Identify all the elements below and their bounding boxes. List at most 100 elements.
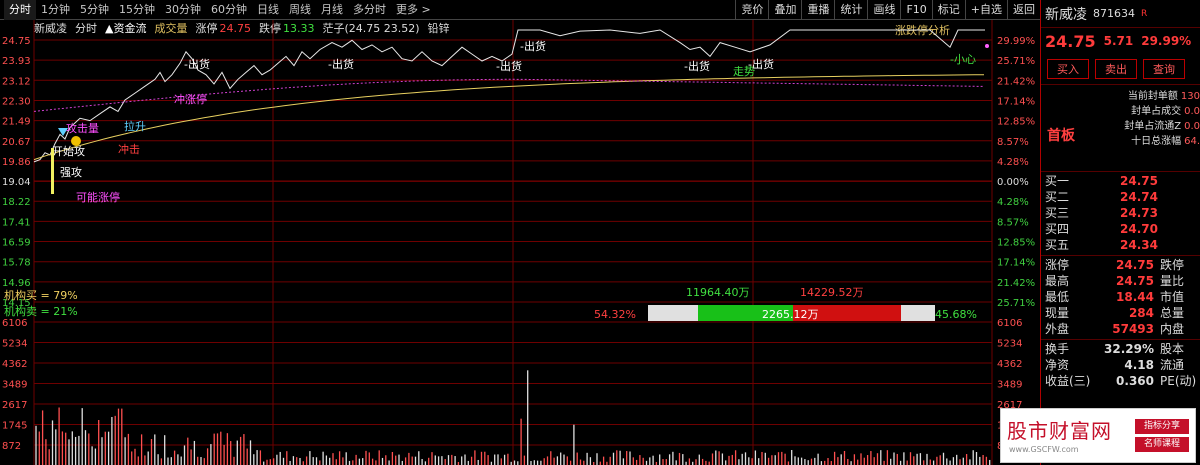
toolbar-button[interactable]: 返回 (1007, 0, 1040, 20)
bid-row[interactable]: 买四 24.70 (1041, 221, 1200, 237)
buy-button[interactable]: 买入 (1047, 59, 1089, 79)
board-stat: 十日总涨幅 64. (1131, 136, 1200, 147)
buy-pct: 54.32% (594, 308, 636, 321)
volume-tick-right: 5234 (997, 339, 1022, 350)
stat-label: 现量 (1045, 305, 1070, 320)
price-tick-right: 21.42% (997, 76, 1035, 87)
stat-value: 18.44 (1116, 289, 1154, 304)
ad-tag-courses[interactable]: 名师课程 (1135, 437, 1189, 452)
quote-panel: 新威凌 871634 R 24.75 5.71 29.99% 买入 卖出 查询 首… (1040, 0, 1200, 465)
toolbar-button[interactable]: 重播 (801, 0, 834, 20)
price-tick-left: 24.75 (2, 36, 31, 47)
price-tick-left: 18.22 (2, 197, 31, 208)
query-button[interactable]: 查询 (1143, 59, 1185, 79)
period-tab[interactable]: 日线 (252, 0, 284, 20)
board-stats: 首板 当前封单额 130 封单占成交 0.0 封单占流通Z 0.0 十日总涨幅 64. (1041, 85, 1200, 172)
toolbar-right-buttons: 竞价 叠加 重播 统计 画线 F10 标记 +自选 返回 (735, 0, 1040, 20)
price-tick-right: 25.71% (997, 298, 1035, 309)
bid-book: 买一 24.75 买二 24.74 买三 24.73 买四 24.70 买五 24.34 (1041, 172, 1200, 256)
stat-label-right: 流通 (1160, 358, 1185, 373)
stat-label-right: 总量 (1160, 305, 1185, 320)
signal-sell: -出货 (184, 57, 210, 71)
period-tab[interactable]: 月线 (316, 0, 348, 20)
toolbar-button[interactable]: 画线 (867, 0, 900, 20)
trade-buttons: 买入 卖出 查询 (1041, 54, 1200, 85)
volume-tick-left: 5234 (2, 339, 27, 350)
average-price-line (33, 74, 985, 161)
bid-row[interactable]: 买二 24.74 (1041, 190, 1200, 206)
buy-amount: 11964.40万 (686, 286, 750, 299)
stock-header: 新威凌 871634 R (1041, 0, 1200, 28)
intraday-chart[interactable]: 24.75 29.99% 23.93 25.71% 23.12 21.42% 22.30 17… (0, 20, 1040, 465)
price-tick-right: 8.57% (997, 217, 1029, 228)
toolbar-button[interactable]: 叠加 (768, 0, 801, 20)
period-tab[interactable]: 30分钟 (160, 0, 206, 20)
period-tab[interactable]: 周线 (284, 0, 316, 20)
signal-careful: -小心 (950, 53, 976, 66)
toolbar-button[interactable]: 统计 (834, 0, 867, 20)
signal-attack: 攻击量 (66, 121, 99, 135)
ad-tag-indicators[interactable]: 指标分享 (1135, 419, 1189, 434)
period-tabs: 分时 1分钟 5分钟 15分钟 30分钟 60分钟 日线 周线 月线 多分时 更多 > (0, 0, 436, 20)
period-tab[interactable]: 多分时 (348, 0, 391, 20)
period-tab[interactable]: 1分钟 (36, 0, 75, 20)
price-tick-left: 19.04 (2, 177, 31, 188)
price-tick-right: 17.14% (997, 96, 1035, 107)
price-tick-left: 19.86 (2, 157, 31, 168)
board-stat: 封单占成交 0.0 (1131, 106, 1200, 117)
toolbar-button[interactable]: +自选 (964, 0, 1007, 20)
price-tick-right: 25.71% (997, 56, 1035, 67)
stat-value: 32.29% (1104, 342, 1154, 357)
price-tick-left: 15.78 (2, 258, 31, 269)
bid-price: 24.75 (1120, 174, 1158, 189)
toolbar-button[interactable]: 标记 (931, 0, 965, 20)
price-tick-left: 23.93 (2, 56, 31, 67)
sell-button[interactable]: 卖出 (1095, 59, 1137, 79)
price-change: 5.71 (1103, 34, 1134, 48)
signal-flee: 走势 (733, 65, 755, 78)
ad-url: www.GSCFW.com (1009, 445, 1079, 454)
stat-label: 涨停 (1045, 258, 1070, 273)
period-tab[interactable]: 分时 (4, 0, 36, 20)
bid-price: 24.73 (1120, 205, 1158, 220)
stat-value: 57493 (1112, 321, 1154, 336)
price-tick-right: 8.57% (997, 137, 1029, 148)
stat-label: 换手 (1045, 342, 1070, 357)
volume-tick-right: 3489 (997, 380, 1022, 391)
stat-value: 284 (1128, 305, 1154, 320)
price-tick-right: 12.85% (997, 238, 1035, 249)
period-tab[interactable]: 更多 > (391, 0, 436, 20)
toolbar-button[interactable]: F10 (900, 0, 931, 20)
volume-tick-left: 872 (2, 441, 21, 452)
bid-row[interactable]: 买五 24.34 (1041, 237, 1200, 253)
period-tab[interactable]: 15分钟 (114, 0, 160, 20)
stat-row: 涨停 24.75 跌停 (1041, 258, 1200, 274)
toolbar-button[interactable]: 竞价 (735, 0, 768, 20)
price-tick-left: 23.12 (2, 76, 31, 87)
stat-label: 最低 (1045, 289, 1070, 304)
stat-row: 净资 4.18 流通 (1041, 358, 1200, 374)
volume-tick-right: 6106 (997, 318, 1022, 329)
stat-label: 最高 (1045, 274, 1070, 289)
last-price: 24.75 (1045, 31, 1096, 51)
bid-row[interactable]: 买三 24.73 (1041, 206, 1200, 222)
signal-sell: -出货 (684, 59, 710, 73)
buy-bar-left (648, 305, 698, 321)
bid-label: 买四 (1045, 221, 1070, 236)
price-tick-left: 17.41 (2, 217, 31, 228)
price-tick-right: 21.42% (997, 278, 1035, 289)
stat-label-right: 量比 (1160, 274, 1185, 289)
bid-row[interactable]: 买一 24.75 (1041, 174, 1200, 190)
signal-sell: -出货 (520, 39, 546, 53)
stock-flag: R (1141, 8, 1148, 19)
period-tab[interactable]: 60分钟 (206, 0, 252, 20)
stat-row: 换手 32.29% 股本 (1041, 342, 1200, 358)
period-tab[interactable]: 5分钟 (75, 0, 114, 20)
stats-group-1: 涨停 24.75 跌停 最高 24.75 量比 最低 18.44 市值 现量 284 … (1041, 256, 1200, 340)
institution-sell: 机构卖 = 21% (4, 304, 78, 318)
stock-code: 871634 (1093, 7, 1135, 20)
price-tick-right: 4.28% (997, 197, 1029, 208)
stat-row: 外盘 57493 内盘 (1041, 321, 1200, 337)
signal-maybe-limit: 可能涨停 (76, 190, 120, 204)
signal-shoot: 冲击 (118, 142, 140, 156)
